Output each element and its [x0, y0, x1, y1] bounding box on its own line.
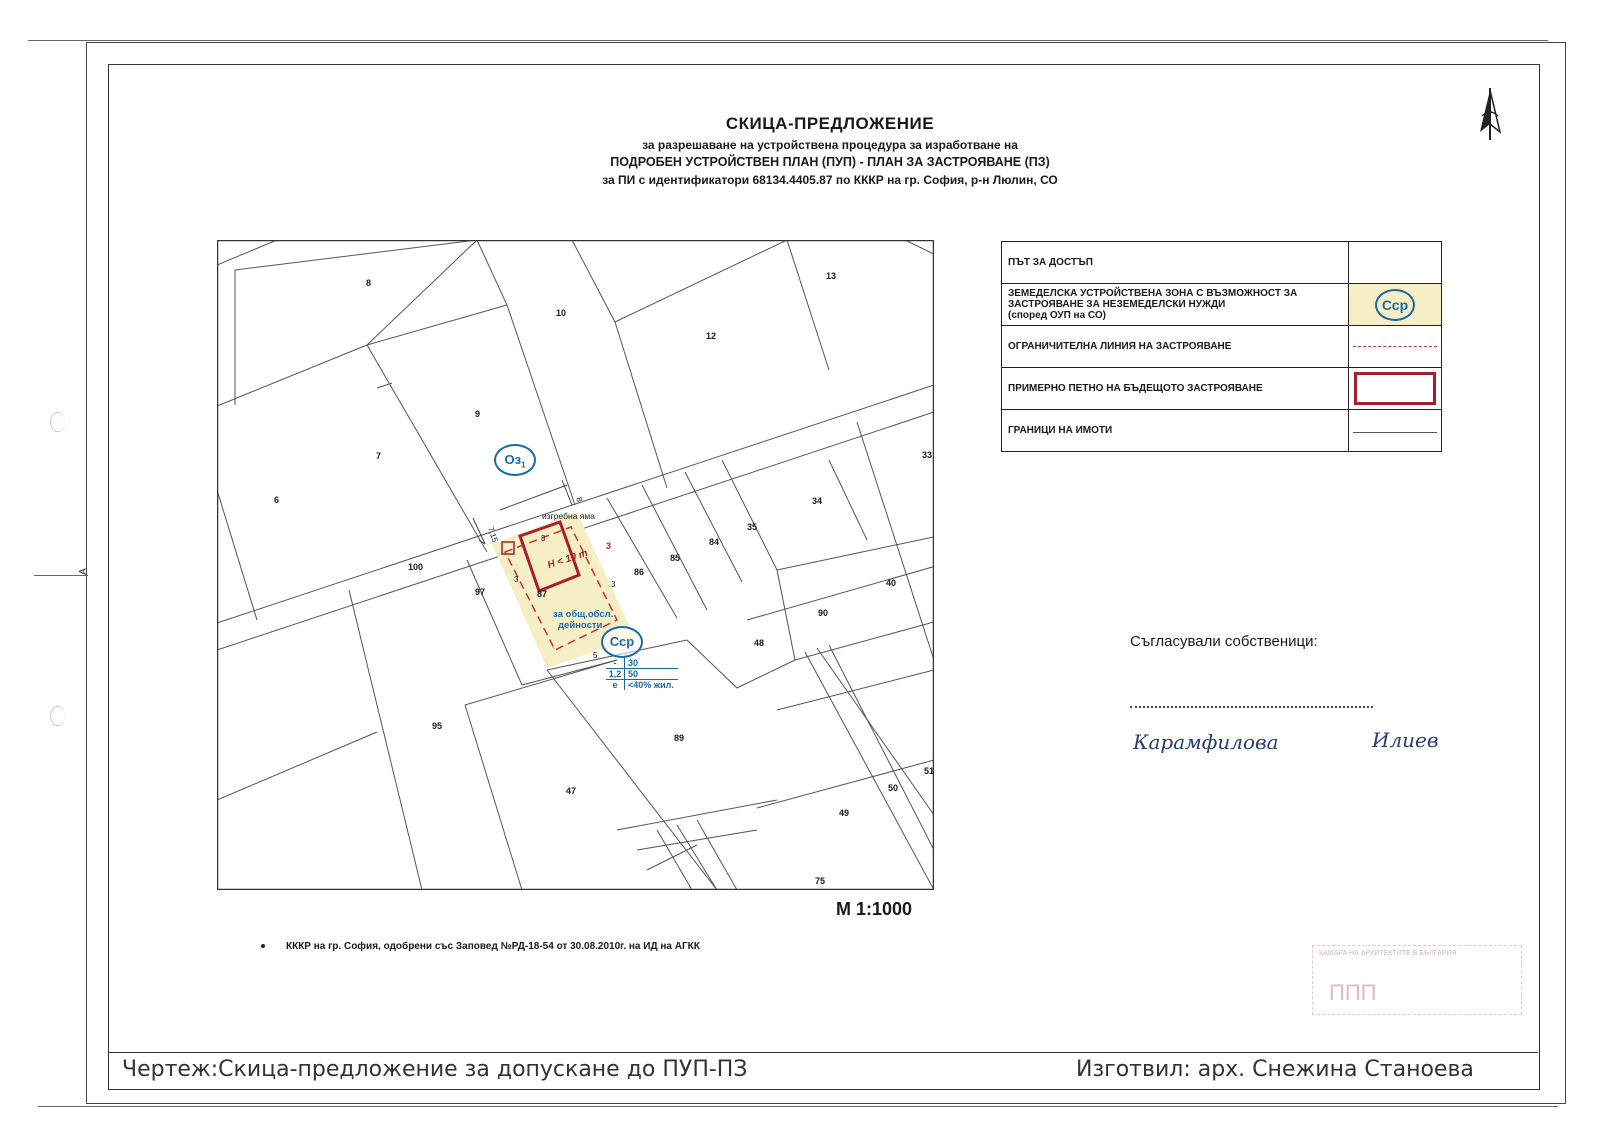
legend-label: ПЪТ ЗА ДОСТЪП — [1001, 241, 1349, 284]
indicator-cell: 1,2 — [606, 669, 625, 679]
parcel-number: 9 — [475, 409, 481, 419]
legend-row: ГРАНИЦИ НА ИМОТИ — [1001, 409, 1442, 452]
zone-ccp-marker: Сср — [601, 626, 643, 658]
building-rect-icon — [1354, 372, 1436, 405]
legend-label-main: ЗЕМЕДЕЛСКА УСТРОЙСТВЕНА ЗОНА С ВЪЗМОЖНОС… — [1008, 288, 1298, 310]
purpose-label: за общ.обсл. — [553, 609, 614, 620]
punch-hole — [50, 706, 65, 726]
scale-label: М 1:1000 — [836, 899, 913, 919]
parcel-number: 10 — [556, 308, 567, 318]
stamp-mark: ППП — [1329, 980, 1377, 1005]
parcel-number: 84 — [709, 537, 720, 547]
footer-divider — [108, 1052, 1538, 1053]
punch-hole — [50, 412, 65, 432]
parcel-number: 89 — [674, 733, 685, 743]
architect-stamp: КАМАРА НА АРХИТЕКТИТЕ В БЪЛГАРИЯ ППП — [1312, 945, 1522, 1015]
legend-row: ЗЕМЕДЕЛСКА УСТРОЙСТВЕНА ЗОНА С ВЪЗМОЖНОС… — [1001, 283, 1442, 326]
legend-table: ПЪТ ЗА ДОСТЪП ЗЕМЕДЕЛСКА УСТРОЙСТВЕНА ЗО… — [1001, 241, 1442, 452]
bullet — [261, 944, 265, 948]
subtitle-line-3: за ПИ с идентификатори 68134.4405.87 по … — [602, 173, 1058, 187]
zone-circle-icon: Сср — [1375, 288, 1415, 321]
parcel-number: 97 — [475, 587, 486, 597]
parcel-number: 47 — [566, 786, 577, 796]
dimension-label: 3 — [541, 534, 546, 543]
dimension-label: 3 — [606, 541, 612, 551]
side-marker: А — [77, 568, 89, 575]
parcel-number: 86 — [634, 567, 645, 577]
legend-symbol-rect — [1348, 367, 1442, 410]
indicator-cell: <40% жил. — [628, 680, 674, 690]
parcel-number: 50 — [888, 783, 899, 793]
parcel-number: 12 — [706, 331, 717, 341]
parcel-number: 13 — [826, 271, 837, 281]
stamp-text: КАМАРА НА АРХИТЕКТИТЕ В БЪЛГАРИЯ — [1319, 950, 1457, 957]
parcel-number: 6 — [274, 495, 280, 505]
parcel-number: 48 — [754, 638, 765, 648]
side-marker-line — [34, 575, 88, 576]
parcel-number: 95 — [432, 721, 443, 731]
zone-oz-marker: Оз1 — [494, 444, 536, 476]
parcel-number: 87 — [537, 589, 548, 599]
legend-row: ПРИМЕРНО ПЕТНО НА БЪДЕЩОТО ЗАСТРОЯВАНЕ — [1001, 367, 1442, 410]
legend-symbol-zone: Сср — [1348, 283, 1442, 326]
parcel-number: 7 — [376, 451, 382, 461]
dashed-line-icon — [1353, 346, 1437, 347]
indicator-cell: 50 — [628, 669, 639, 679]
legend-row: ОГРАНИЧИТЕЛНА ЛИНИЯ НА ЗАСТРОЯВАНЕ — [1001, 325, 1442, 368]
legend-symbol-dashed — [1348, 325, 1442, 368]
signature-1: Карамфилова — [1133, 730, 1279, 754]
parcel-number: 85 — [670, 553, 681, 563]
indicator-cell: e — [606, 680, 625, 690]
signature-dotted-line — [1130, 706, 1373, 708]
parcel-number: 100 — [408, 562, 424, 572]
development-indicators: -30 1,2 50 e <40% жил. — [606, 658, 678, 690]
signature-2: Илиев — [1372, 728, 1439, 752]
dimension-label: 3 — [611, 580, 616, 589]
indicator-cell: - — [606, 658, 625, 668]
parcel-number: 33 — [922, 450, 933, 460]
parcel-number: 34 — [812, 496, 823, 506]
parcel-number: 90 — [818, 608, 829, 618]
legend-label-sub: (според ОУП на СО) — [1008, 310, 1107, 321]
parcel-number: 40 — [886, 578, 897, 588]
legend-symbol-line — [1348, 409, 1442, 452]
parcel-number: 35 — [747, 522, 758, 532]
footer-drawing: Чертеж:Скица-предложение за допускане до… — [122, 1057, 748, 1082]
top-margin-line — [28, 40, 1548, 41]
legend-label: ОГРАНИЧИТЕЛНА ЛИНИЯ НА ЗАСТРОЯВАНЕ — [1001, 325, 1349, 368]
bottom-margin-line — [38, 1106, 1558, 1107]
dimension-label: 5 — [593, 651, 598, 660]
cadastre-note: КККР на гр. София, одобрени със Заповед … — [286, 941, 700, 952]
subtitle-line-2: ПОДРОБЕН УСТРОЙСТВЕН ПЛАН (ПУП) - ПЛАН З… — [610, 155, 1050, 169]
legend-label: ПРИМЕРНО ПЕТНО НА БЪДЕЩОТО ЗАСТРОЯВАНЕ — [1001, 367, 1349, 410]
legend-label: ГРАНИЦИ НА ИМОТИ — [1001, 409, 1349, 452]
owners-title: Съгласували собственици: — [1130, 633, 1318, 650]
footer-author: Изготвил: арх. Снежина Станоева — [1076, 1057, 1474, 1082]
legend-row: ПЪТ ЗА ДОСТЪП — [1001, 241, 1442, 284]
north-arrow-icon — [1480, 88, 1502, 140]
parcel-number: 8 — [366, 278, 372, 288]
purpose-label: дейности — [558, 620, 603, 631]
legend-symbol-empty — [1348, 241, 1442, 284]
parcel-number: 51 — [924, 766, 935, 776]
subtitle-line-1: за разрешаване на устройствена процедура… — [642, 138, 1018, 152]
indicator-cell: 30 — [628, 658, 639, 668]
parcel-number: 75 — [815, 876, 826, 886]
parcel-number: 49 — [839, 808, 850, 818]
legend-label: ЗЕМЕДЕЛСКА УСТРОЙСТВЕНА ЗОНА С ВЪЗМОЖНОС… — [1001, 283, 1349, 326]
boundary-line-icon — [1353, 432, 1437, 433]
page-title: СКИЦА-ПРЕДЛОЖЕНИЕ — [725, 114, 935, 133]
dimension-label: 3 — [514, 575, 519, 584]
pit-label: изгребна яма — [542, 511, 595, 521]
